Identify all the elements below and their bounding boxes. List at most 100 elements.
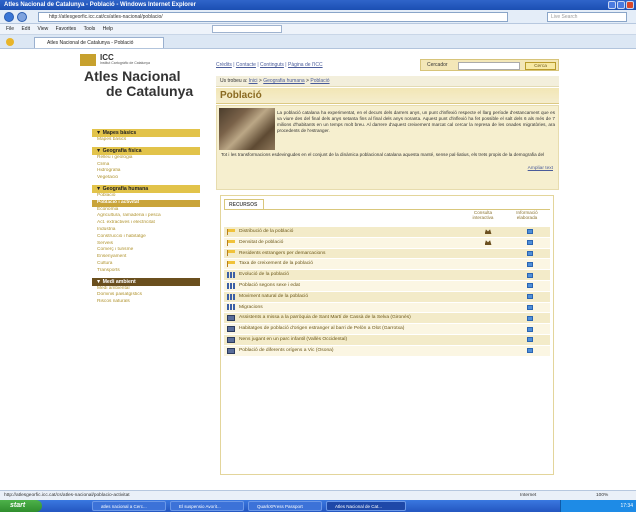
resource-row[interactable]: Moviment natural de la població (224, 291, 550, 303)
info-document-icon[interactable] (527, 294, 533, 300)
resource-row[interactable]: Població segons sexe i edat (224, 280, 550, 292)
pdf-toolbar-field[interactable] (212, 25, 282, 33)
back-button[interactable] (4, 12, 14, 22)
nav-item-poblacio-activitat[interactable]: Població i activitat (92, 199, 200, 207)
nav-section-geografia-humana[interactable]: ▼ Geografia humana (92, 184, 200, 193)
info-document-icon[interactable] (527, 337, 533, 343)
minimize-button[interactable] (608, 1, 616, 9)
nav-item-economia[interactable]: Economia (92, 207, 200, 214)
breadcrumb-geografia-humana[interactable]: Geografia humana (263, 78, 304, 84)
favorites-star-icon[interactable] (6, 38, 14, 46)
forward-button[interactable] (17, 12, 27, 22)
link-contacte[interactable]: Contacte (236, 62, 256, 68)
nav-item-poblacio[interactable]: Població (92, 193, 200, 200)
nav-section-geografia-fisica[interactable]: ▼ Geografia física (92, 146, 200, 155)
maximize-button[interactable] (617, 1, 625, 9)
info-document-icon[interactable] (527, 348, 533, 354)
taskbar-item-3[interactable]: QuarkXPress Passport (248, 501, 322, 511)
resource-row[interactable]: Densitat de població (224, 237, 550, 249)
resource-row[interactable]: Població de diferents orígens a Vic (Oso… (224, 345, 550, 357)
site-logo[interactable]: ICC Institut Cartogràfic de Catalunya At… (80, 52, 200, 108)
nav-item-vegetacio[interactable]: Vegetació (92, 175, 200, 182)
resources-tab[interactable]: RECURSOS (224, 199, 264, 209)
resource-row[interactable]: Distribució de la població (224, 227, 550, 238)
expand-text-link[interactable]: Ampliar text (528, 166, 553, 171)
resource-label[interactable]: Migracions (239, 303, 466, 313)
resource-row[interactable]: Evolució de la població (224, 270, 550, 281)
nav-section-mapes-basics[interactable]: ▼ Mapes bàsics (92, 129, 200, 137)
info-document-icon[interactable] (527, 229, 533, 235)
resource-label[interactable]: Població de diferents orígens a Vic (Oso… (239, 346, 466, 356)
resource-label[interactable]: Habitatges de població d'origen estrange… (239, 324, 466, 334)
nav-item-construccio[interactable]: Construcció i habitatge (92, 234, 200, 241)
nav-item-comerc[interactable]: Comerç i turisme (92, 247, 200, 254)
resource-row[interactable]: Assistents a missa a la parròquia de San… (224, 313, 550, 325)
site-search-input[interactable] (458, 62, 520, 70)
nav-item-act-extractives[interactable]: Act. extractives i electricitat (92, 220, 200, 227)
info-document-icon[interactable] (527, 283, 533, 289)
nav-item-relleu[interactable]: Relleu i geologia (92, 155, 200, 162)
resource-row[interactable]: Habitatges de població d'origen estrange… (224, 324, 550, 335)
taskbar-item-4[interactable]: Atles Nacional de Cat... (326, 501, 406, 511)
nav-item-agricultura[interactable]: Agricultura, ramaderia i pesca (92, 213, 200, 220)
resource-row[interactable]: Nens jugant en un parc infantil (Vallès … (224, 334, 550, 346)
resources-list: Distribució de la població Densitat de po… (224, 227, 550, 357)
resource-label[interactable]: Residents estrangers per demarcacions (239, 249, 466, 259)
breadcrumb-poblacio[interactable]: Població (310, 78, 329, 84)
resource-label[interactable]: Evolució de la població (239, 270, 466, 280)
nav-item-cultura[interactable]: Cultura (92, 261, 200, 268)
menu-file[interactable]: File (6, 24, 14, 35)
interactive-cell (466, 229, 510, 235)
nav-item-ensenyament[interactable]: Ensenyament (92, 254, 200, 261)
url-field[interactable]: http://atlesgeorfic.icc.cat/cs/atles-nac… (38, 12, 508, 22)
resource-label[interactable]: Distribució de la població (239, 227, 466, 237)
nav-section-medi-ambient[interactable]: ▼ Medi ambient (92, 277, 200, 286)
resource-row[interactable]: Residents estrangers per demarcacions (224, 248, 550, 260)
resource-label[interactable]: Assistents a missa a la parròquia de San… (239, 313, 466, 323)
menu-edit[interactable]: Edit (21, 24, 30, 35)
zoom-level[interactable]: 100% (596, 491, 608, 500)
search-input[interactable]: Live Search (547, 12, 627, 22)
resource-row[interactable]: Taxa de creixement de la població (224, 259, 550, 271)
browser-tab[interactable]: Atles Nacional de Catalunya - Població (34, 37, 164, 48)
menu-favorites[interactable]: Favorites (56, 24, 77, 35)
nav-item-mapes-basics[interactable]: Mapes bàsics (92, 137, 200, 144)
menu-tools[interactable]: Tools (84, 24, 96, 35)
nav-item-industria[interactable]: Indústria (92, 227, 200, 234)
resource-label[interactable]: Taxa de creixement de la població (239, 259, 466, 269)
start-button[interactable]: start (0, 500, 42, 512)
nav-item-riscos[interactable]: Riscos naturals (92, 299, 200, 306)
info-document-icon[interactable] (527, 315, 533, 321)
resource-row[interactable]: Migracions (224, 302, 550, 314)
resource-label[interactable]: Moviment natural de la població (239, 292, 466, 302)
link-continguts[interactable]: Continguts (260, 62, 284, 68)
nav-item-dominis[interactable]: Dominis paisatgístics (92, 292, 200, 299)
nav-item-transports[interactable]: Transports (92, 268, 200, 275)
resource-label[interactable]: Densitat de població (239, 238, 466, 248)
info-document-icon[interactable] (527, 261, 533, 267)
nav-item-medi-ambiental[interactable]: Medi ambiental (92, 286, 200, 293)
info-document-icon[interactable] (527, 304, 533, 310)
search-button[interactable]: Cerca (525, 62, 556, 70)
resource-label[interactable]: Nens jugant en un parc infantil (Vallès … (239, 335, 466, 345)
info-document-icon[interactable] (527, 250, 533, 256)
taskbar-item-1[interactable]: atles nacional a Cerc... (92, 501, 166, 511)
interactive-map-icon[interactable] (484, 229, 492, 235)
link-icc[interactable]: Pàgina de l'ICC (288, 62, 323, 68)
info-document-icon[interactable] (527, 326, 533, 332)
menu-help[interactable]: Help (103, 24, 113, 35)
info-cell (510, 326, 550, 332)
info-document-icon[interactable] (527, 240, 533, 246)
breadcrumb-inici[interactable]: Inici (249, 78, 258, 84)
taskbar-item-2[interactable]: El suspensio Avorit... (170, 501, 244, 511)
info-document-icon[interactable] (527, 272, 533, 278)
resource-label[interactable]: Població segons sexe i edat (239, 281, 466, 291)
menu-view[interactable]: View (37, 24, 48, 35)
close-button[interactable] (626, 1, 634, 9)
interactive-map-icon[interactable] (484, 240, 492, 246)
link-credits[interactable]: Crèdits (216, 62, 232, 68)
nav-item-clima[interactable]: Clima (92, 162, 200, 169)
nav-item-hidrografia[interactable]: Hidrografia (92, 168, 200, 175)
resources-panel: RECURSOS Consulta interactiva Informació… (220, 195, 554, 475)
nav-item-serveis[interactable]: Serveis (92, 241, 200, 248)
